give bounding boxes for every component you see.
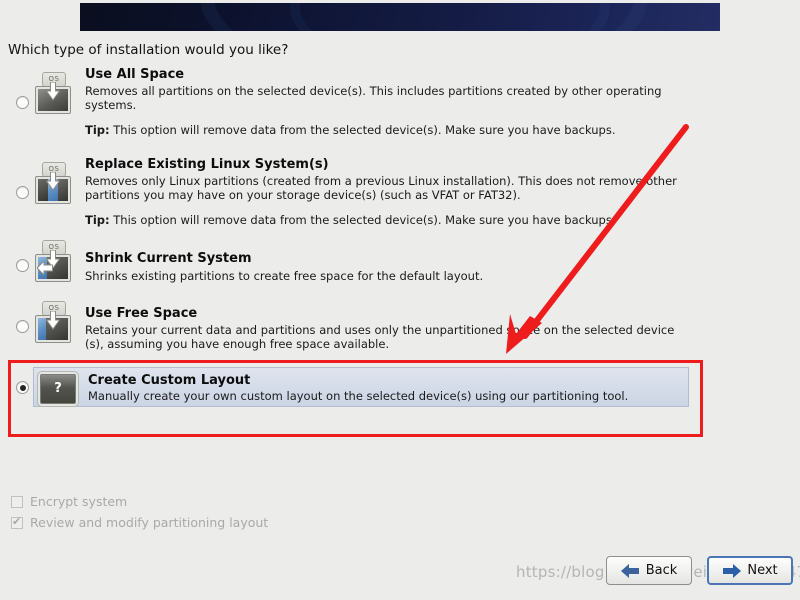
- disk-free-space-icon: OS: [34, 301, 72, 345]
- arrow-left-icon: [620, 563, 639, 578]
- radio-replace-existing-linux[interactable]: [16, 186, 29, 199]
- option-title: Use All Space: [85, 67, 185, 82]
- drive-body: [35, 311, 71, 343]
- checkbox-encrypt-system[interactable]: [11, 496, 23, 508]
- option-description: Removes all partitions on the selected d…: [85, 84, 662, 112]
- checkbox-label-encrypt-system: Encrypt system: [30, 494, 128, 509]
- tip-text: This option will remove data from the se…: [109, 213, 616, 227]
- arrow-right-icon: [723, 563, 742, 578]
- option-tip: Tip: This option will remove data from t…: [85, 213, 616, 227]
- option-title: Shrink Current System: [85, 251, 252, 266]
- back-button-label: Back: [645, 563, 678, 578]
- tip-label: Tip:: [85, 213, 110, 227]
- disk-replace-linux-icon: OS: [34, 162, 72, 206]
- option-description: Shrinks existing partitions to create fr…: [85, 269, 484, 283]
- option-description: Removes only Linux partitions (created f…: [85, 174, 677, 202]
- option-description: Manually create your own custom layout o…: [88, 389, 629, 403]
- next-button[interactable]: Next: [707, 556, 793, 585]
- radio-shrink-current-system[interactable]: [16, 259, 29, 272]
- drive-body: [35, 82, 71, 114]
- next-button-label: Next: [747, 563, 778, 578]
- disk-shrink-icon: OS: [34, 240, 72, 284]
- disk-all-gray-icon: OS: [34, 72, 72, 116]
- back-button[interactable]: Back: [606, 556, 692, 585]
- tip-text: This option will remove data from the se…: [109, 123, 616, 137]
- arrow-down-icon: [46, 82, 60, 101]
- radio-use-all-space[interactable]: [16, 96, 29, 109]
- drive-body: [35, 172, 71, 204]
- header-banner: [80, 3, 720, 31]
- banner-swoosh-decoration-2: [290, 3, 610, 31]
- option-description: Retains your current data and partitions…: [85, 323, 675, 351]
- option-tip: Tip: This option will remove data from t…: [85, 123, 616, 137]
- option-title: Create Custom Layout: [88, 373, 251, 388]
- tip-label: Tip:: [85, 123, 110, 137]
- question-mark-icon: ?: [40, 374, 76, 404]
- checkbox-label-review-modify-partitioning: Review and modify partitioning layout: [30, 515, 269, 530]
- checkbox-review-modify-partitioning[interactable]: [11, 515, 23, 529]
- page-title: Which type of installation would you lik…: [8, 42, 289, 58]
- arrow-down-icon: [46, 172, 60, 191]
- arrow-left-icon: [37, 261, 53, 275]
- option-title: Use Free Space: [85, 306, 198, 321]
- arrow-down-icon: [46, 311, 60, 330]
- option-title: Replace Existing Linux System(s): [85, 157, 329, 172]
- radio-use-free-space[interactable]: [16, 320, 29, 333]
- drive-body: [35, 250, 71, 282]
- radio-create-custom-layout[interactable]: [16, 381, 29, 394]
